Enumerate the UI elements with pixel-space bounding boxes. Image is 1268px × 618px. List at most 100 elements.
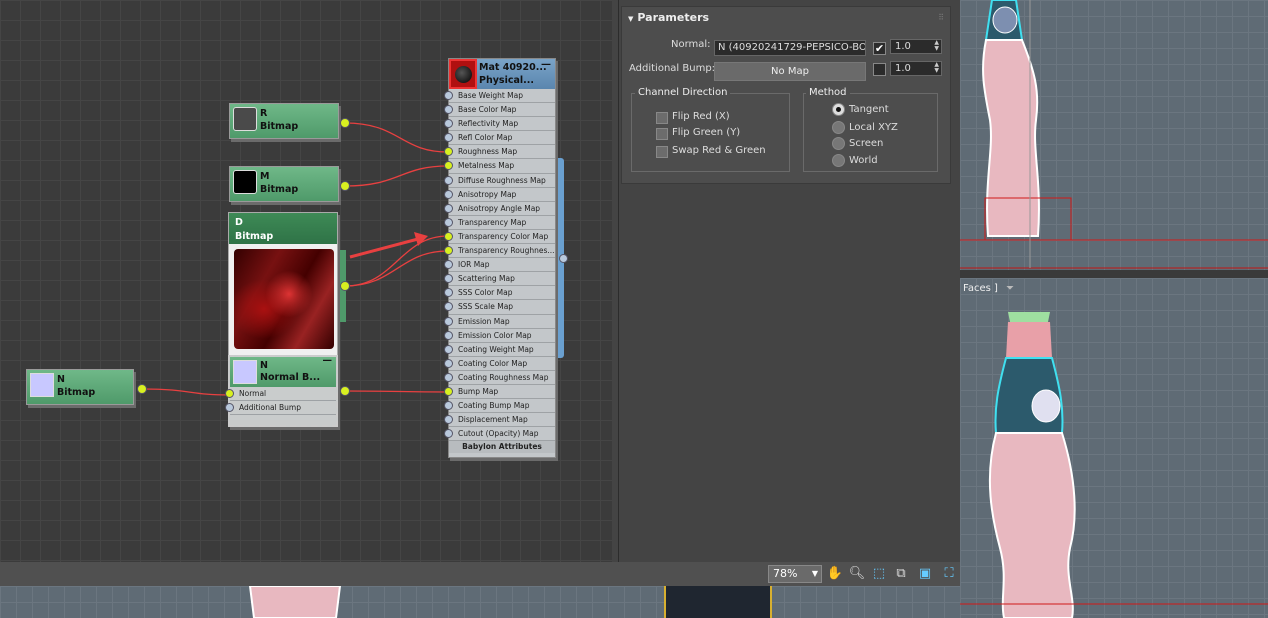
physical-material-node[interactable]: Mat 40920... Physical... — Base Weight M…: [444, 58, 556, 458]
material-slot[interactable]: Base Color Map: [444, 103, 555, 118]
spinner-arrows-icon[interactable]: ▲ ▼: [934, 40, 939, 52]
viewport-strip-bottom[interactable]: [0, 586, 960, 618]
input-socket[interactable]: [444, 189, 453, 199]
bitmap-node-r[interactable]: R Bitmap: [229, 103, 339, 139]
bitmap-node-n[interactable]: N Bitmap: [26, 369, 134, 405]
output-socket-n[interactable]: [137, 384, 147, 394]
material-slot[interactable]: SSS Color Map: [444, 286, 555, 301]
material-slot[interactable]: SSS Scale Map: [444, 300, 555, 315]
input-socket[interactable]: [444, 260, 453, 270]
input-socket[interactable]: [225, 389, 234, 398]
material-slot[interactable]: Coating Roughness Map: [444, 371, 555, 385]
input-socket[interactable]: [444, 358, 453, 368]
bitmap-node-m[interactable]: M Bitmap: [229, 166, 339, 202]
material-slot[interactable]: Refl Color Map: [444, 131, 555, 146]
view-icon[interactable]: ⧉: [892, 565, 910, 583]
normal-bump-node[interactable]: N Normal B... — Normal Additional Bump: [225, 355, 338, 427]
material-slot[interactable]: Emission Map: [444, 315, 555, 329]
input-socket[interactable]: [444, 91, 453, 100]
material-slot[interactable]: Transparency Roughnes...: [444, 244, 555, 259]
input-socket[interactable]: [444, 429, 453, 439]
material-slot[interactable]: Coating Weight Map: [444, 343, 555, 357]
zoom-dropdown[interactable]: 78% ▼: [768, 565, 822, 583]
normal-bump-slot-additional[interactable]: Additional Bump: [225, 401, 336, 415]
normal-map-button[interactable]: N (40920241729-PEPSICO-BOT: [714, 40, 866, 56]
frame-selected-icon[interactable]: ⛶: [940, 565, 958, 583]
material-slot[interactable]: Transparency Map: [444, 216, 555, 230]
normal-enable-checkbox[interactable]: ✔: [873, 42, 886, 55]
viewport-top[interactable]: [960, 0, 1268, 270]
hand-pan-icon[interactable]: ✋: [826, 565, 844, 583]
material-slot[interactable]: Anisotropy Angle Map: [444, 202, 555, 216]
frame-icon[interactable]: ▣: [916, 565, 934, 583]
material-slot[interactable]: Scattering Map: [444, 272, 555, 287]
spinner-arrows-icon[interactable]: ▲ ▼: [934, 62, 939, 74]
flip-green-checkbox[interactable]: [656, 128, 668, 140]
material-slot[interactable]: Reflectivity Map: [444, 117, 555, 132]
normal-bump-slot-normal[interactable]: Normal: [225, 387, 336, 401]
additional-bump-checkbox[interactable]: [873, 63, 886, 76]
input-socket[interactable]: [444, 302, 453, 312]
input-socket[interactable]: [225, 403, 234, 412]
method-tangent-radio[interactable]: [832, 103, 845, 116]
viewport-bottom[interactable]: Faces ] ⏷: [960, 278, 1268, 618]
output-socket-r[interactable]: [340, 118, 350, 128]
input-socket[interactable]: [444, 175, 453, 185]
collapse-triangle-icon[interactable]: ▼: [628, 15, 633, 23]
material-slot[interactable]: IOR Map: [444, 258, 555, 273]
input-socket[interactable]: [444, 316, 453, 326]
material-slot[interactable]: Displacement Map: [444, 413, 555, 428]
input-socket[interactable]: [444, 105, 453, 115]
material-slot[interactable]: Emission Color Map: [444, 329, 555, 343]
additional-bump-map-button[interactable]: No Map: [714, 62, 866, 81]
material-slot[interactable]: Base Weight Map: [444, 89, 555, 104]
babylon-attributes-rollout[interactable]: Babylon Attributes: [449, 441, 555, 454]
input-socket[interactable]: [444, 119, 453, 129]
output-socket-normal-bump[interactable]: [340, 386, 350, 396]
swap-red-green-checkbox[interactable]: [656, 146, 668, 158]
input-socket[interactable]: [444, 203, 453, 213]
input-socket[interactable]: [444, 288, 453, 298]
input-socket[interactable]: [444, 133, 453, 143]
output-socket-m[interactable]: [340, 181, 350, 191]
input-socket[interactable]: [444, 330, 453, 340]
rollout-header[interactable]: ▼ Parameters: [622, 7, 950, 29]
grip-icon[interactable]: ⠿: [938, 13, 944, 22]
method-local-xyz-radio[interactable]: [832, 121, 845, 134]
material-slot[interactable]: Metalness Map: [444, 159, 555, 174]
parameters-rollout: ▼ Parameters ⠿ Normal: N (40920241729-PEP…: [621, 6, 951, 184]
material-slot[interactable]: Coating Color Map: [444, 357, 555, 371]
zoom-region-icon[interactable]: ⬚: [870, 565, 888, 583]
input-socket[interactable]: [444, 401, 453, 411]
zoom-icon[interactable]: 🔍︎: [848, 565, 866, 583]
input-socket[interactable]: [444, 415, 453, 425]
method-screen-radio[interactable]: [832, 137, 845, 150]
material-slot[interactable]: Transparency Color Map: [444, 230, 555, 245]
method-world-radio[interactable]: [832, 154, 845, 167]
material-slot[interactable]: Bump Map: [444, 385, 555, 400]
material-slot[interactable]: Anisotropy Map: [444, 188, 555, 202]
input-socket[interactable]: [444, 386, 453, 396]
material-slot[interactable]: Roughness Map: [444, 145, 555, 160]
minimize-button[interactable]: —: [323, 355, 333, 366]
normal-amount-spinner[interactable]: 1.0 ▲ ▼: [890, 39, 942, 54]
bitmap-node-d[interactable]: D Bitmap: [228, 212, 338, 356]
material-slot[interactable]: Diffuse Roughness Map: [444, 174, 555, 188]
active-viewport-frame[interactable]: [664, 586, 772, 618]
flip-red-checkbox[interactable]: [656, 112, 668, 124]
input-socket[interactable]: [444, 147, 453, 157]
node-editor-canvas[interactable]: R Bitmap M Bitmap D Bitmap N Bitmap N No…: [0, 0, 612, 562]
material-output-socket[interactable]: [559, 254, 568, 263]
input-socket[interactable]: [444, 344, 453, 354]
input-socket[interactable]: [444, 231, 453, 241]
input-socket[interactable]: [444, 161, 453, 171]
input-socket[interactable]: [444, 217, 453, 227]
input-socket[interactable]: [444, 274, 453, 284]
material-slot[interactable]: Cutout (Opacity) Map: [444, 427, 555, 442]
additional-bump-amount-spinner[interactable]: 1.0 ▲ ▼: [890, 61, 942, 76]
output-socket-d[interactable]: [340, 281, 350, 291]
input-socket[interactable]: [444, 246, 453, 256]
minimize-button[interactable]: —: [541, 59, 551, 70]
input-socket[interactable]: [444, 372, 453, 382]
material-slot[interactable]: Coating Bump Map: [444, 399, 555, 414]
